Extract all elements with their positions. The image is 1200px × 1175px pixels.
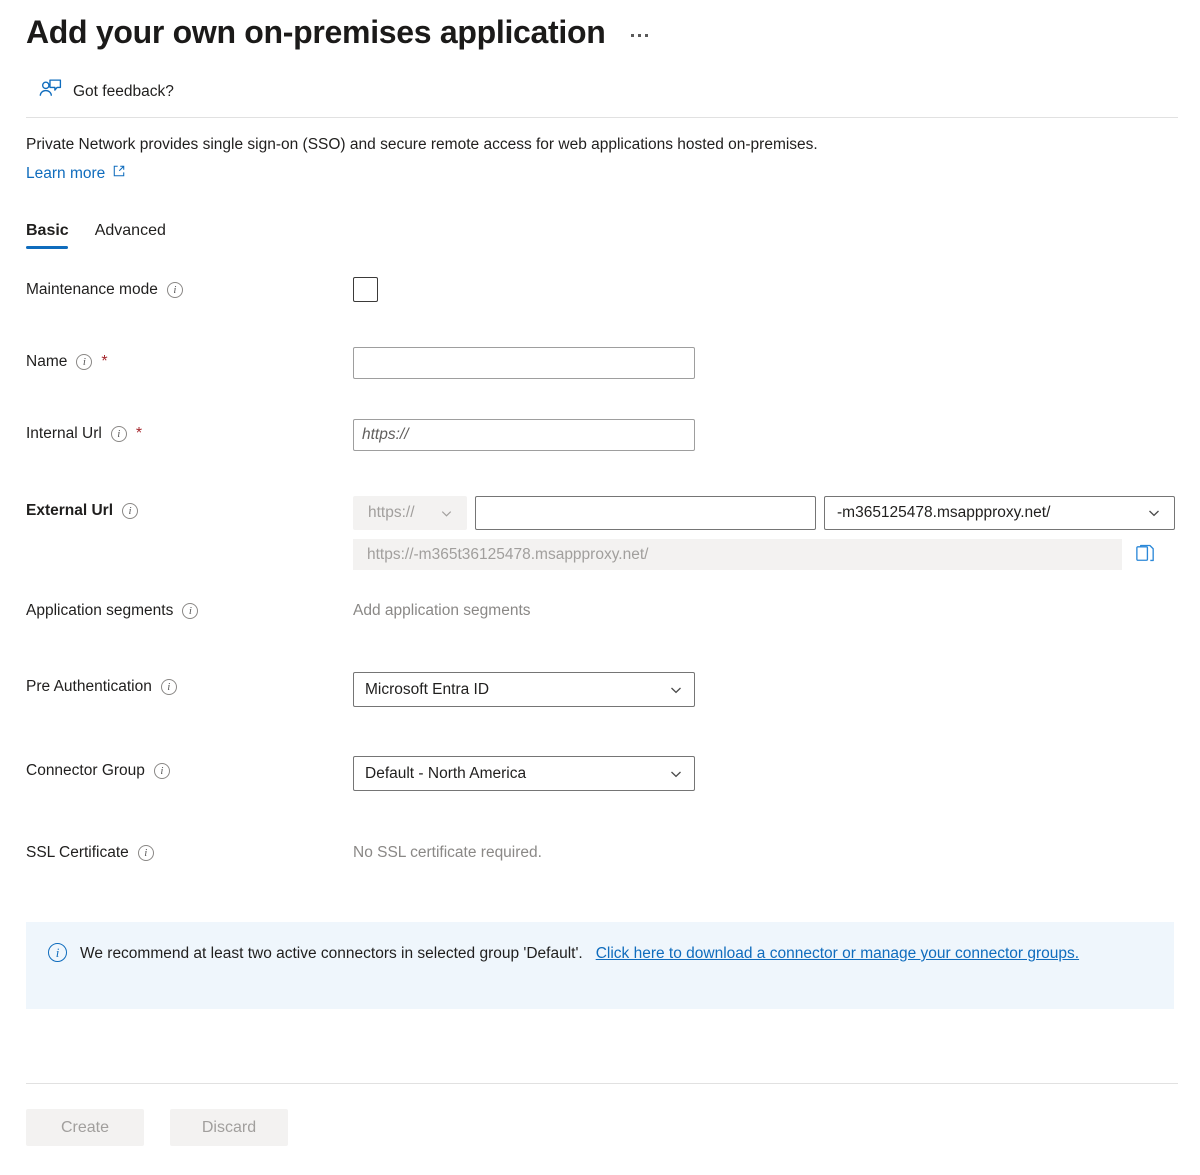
ssl-certificate-label: SSL Certificate: [26, 844, 129, 862]
form-row-internal-url: Internal Url i *: [0, 419, 1200, 467]
connector-group-value: Default - North America: [365, 765, 526, 783]
description-text: Private Network provides single sign-on …: [26, 134, 1050, 156]
info-icon[interactable]: i: [154, 763, 170, 779]
pre-authentication-label-cell: Pre Authentication i: [26, 672, 353, 696]
page-title: Add your own on-premises application: [26, 12, 605, 52]
external-url-field: https:// -m365125478.msappproxy.net/ htt…: [353, 496, 1200, 570]
form-row-maintenance-mode: Maintenance mode i: [0, 275, 1200, 323]
form-row-name: Name i *: [0, 347, 1200, 395]
name-label: Name: [26, 353, 67, 371]
name-input[interactable]: [353, 347, 695, 379]
form-row-connector-group: Connector Group i Default - North Americ…: [0, 756, 1200, 804]
pre-authentication-value: Microsoft Entra ID: [365, 681, 489, 699]
form-row-pre-authentication: Pre Authentication i Microsoft Entra ID: [0, 672, 1200, 720]
info-circle-icon: i: [48, 943, 67, 962]
form-row-ssl-certificate: SSL Certificate i No SSL certificate req…: [0, 838, 1200, 886]
application-segments-label: Application segments: [26, 602, 173, 620]
tab-basic[interactable]: Basic: [26, 222, 69, 249]
info-icon[interactable]: i: [138, 845, 154, 861]
form-row-external-url: External Url i https:// -m365125478.msap…: [0, 496, 1200, 570]
info-icon[interactable]: i: [161, 679, 177, 695]
application-form: Maintenance mode i Name i * Internal Url…: [0, 249, 1200, 886]
tab-bar: Basic Advanced: [0, 185, 1200, 249]
form-actions: Create Discard: [0, 1084, 1200, 1146]
info-icon[interactable]: i: [167, 282, 183, 298]
name-field: [353, 347, 1200, 379]
connector-group-select[interactable]: Default - North America: [353, 756, 695, 791]
internal-url-label-cell: Internal Url i *: [26, 419, 353, 443]
connector-group-field: Default - North America: [353, 756, 1200, 791]
connector-recommendation-banner: i We recommend at least two active conne…: [26, 922, 1174, 1009]
pre-authentication-label: Pre Authentication: [26, 678, 152, 696]
learn-more-link[interactable]: Learn more: [26, 163, 126, 185]
info-icon[interactable]: i: [76, 354, 92, 370]
chevron-down-icon: [668, 766, 684, 782]
name-label-cell: Name i *: [26, 347, 353, 371]
internal-url-label: Internal Url: [26, 425, 102, 443]
tab-advanced[interactable]: Advanced: [95, 222, 166, 249]
ssl-certificate-label-cell: SSL Certificate i: [26, 838, 353, 862]
chevron-down-icon: [668, 682, 684, 698]
application-segments-value[interactable]: Add application segments: [353, 596, 1200, 620]
maintenance-mode-checkbox[interactable]: [353, 277, 378, 302]
external-link-icon: [112, 163, 126, 185]
application-segments-field: Add application segments: [353, 596, 1200, 620]
required-indicator: *: [101, 356, 107, 368]
ellipsis-dot-icon: [631, 34, 634, 37]
info-icon[interactable]: i: [122, 503, 138, 519]
banner-text: We recommend at least two active connect…: [80, 942, 1079, 966]
external-url-inputs: https:// -m365125478.msappproxy.net/: [353, 496, 1200, 530]
maintenance-mode-label: Maintenance mode: [26, 281, 158, 299]
info-icon[interactable]: i: [182, 603, 198, 619]
external-url-label: External Url: [26, 502, 113, 520]
required-indicator: *: [136, 428, 142, 440]
description-block: Private Network provides single sign-on …: [0, 118, 1050, 185]
page-header: Add your own on-premises application: [0, 0, 1200, 52]
internal-url-input[interactable]: [353, 419, 695, 451]
internal-url-field: [353, 419, 1200, 451]
external-url-label-cell: External Url i: [26, 496, 353, 520]
external-url-protocol-select[interactable]: https://: [353, 496, 467, 530]
pre-authentication-select[interactable]: Microsoft Entra ID: [353, 672, 695, 707]
more-options-button[interactable]: [627, 28, 652, 43]
maintenance-mode-label-cell: Maintenance mode i: [26, 275, 353, 299]
external-url-input[interactable]: [475, 496, 816, 530]
maintenance-mode-field: [353, 275, 1200, 302]
copy-icon[interactable]: [1132, 541, 1159, 568]
person-feedback-icon: [38, 77, 63, 107]
pre-authentication-field: Microsoft Entra ID: [353, 672, 1200, 707]
banner-link[interactable]: Click here to download a connector or ma…: [596, 945, 1079, 962]
chevron-down-icon: [1146, 505, 1162, 521]
external-url-suffix-value: -m365125478.msappproxy.net/: [837, 504, 1050, 522]
external-url-suffix-select[interactable]: -m365125478.msappproxy.net/: [824, 496, 1175, 530]
external-url-preview: https://-m365t36125478.msappproxy.net/: [353, 539, 1122, 570]
ellipsis-dot-icon: [645, 34, 648, 37]
feedback-label[interactable]: Got feedback?: [73, 83, 174, 101]
ellipsis-dot-icon: [638, 34, 641, 37]
connector-group-label-cell: Connector Group i: [26, 756, 353, 780]
chevron-down-icon: [439, 506, 454, 521]
application-segments-label-cell: Application segments i: [26, 596, 353, 620]
form-row-application-segments: Application segments i Add application s…: [0, 596, 1200, 644]
create-button[interactable]: Create: [26, 1109, 144, 1146]
ssl-certificate-field: No SSL certificate required.: [353, 838, 1200, 862]
learn-more-label: Learn more: [26, 163, 105, 185]
ssl-certificate-value: No SSL certificate required.: [353, 838, 1200, 862]
banner-message: We recommend at least two active connect…: [80, 945, 583, 962]
info-icon[interactable]: i: [111, 426, 127, 442]
external-url-protocol-value: https://: [368, 504, 415, 522]
feedback-bar: Got feedback?: [0, 52, 1200, 104]
connector-group-label: Connector Group: [26, 762, 145, 780]
discard-button[interactable]: Discard: [170, 1109, 288, 1146]
external-url-preview-line: https://-m365t36125478.msappproxy.net/: [353, 539, 1200, 570]
